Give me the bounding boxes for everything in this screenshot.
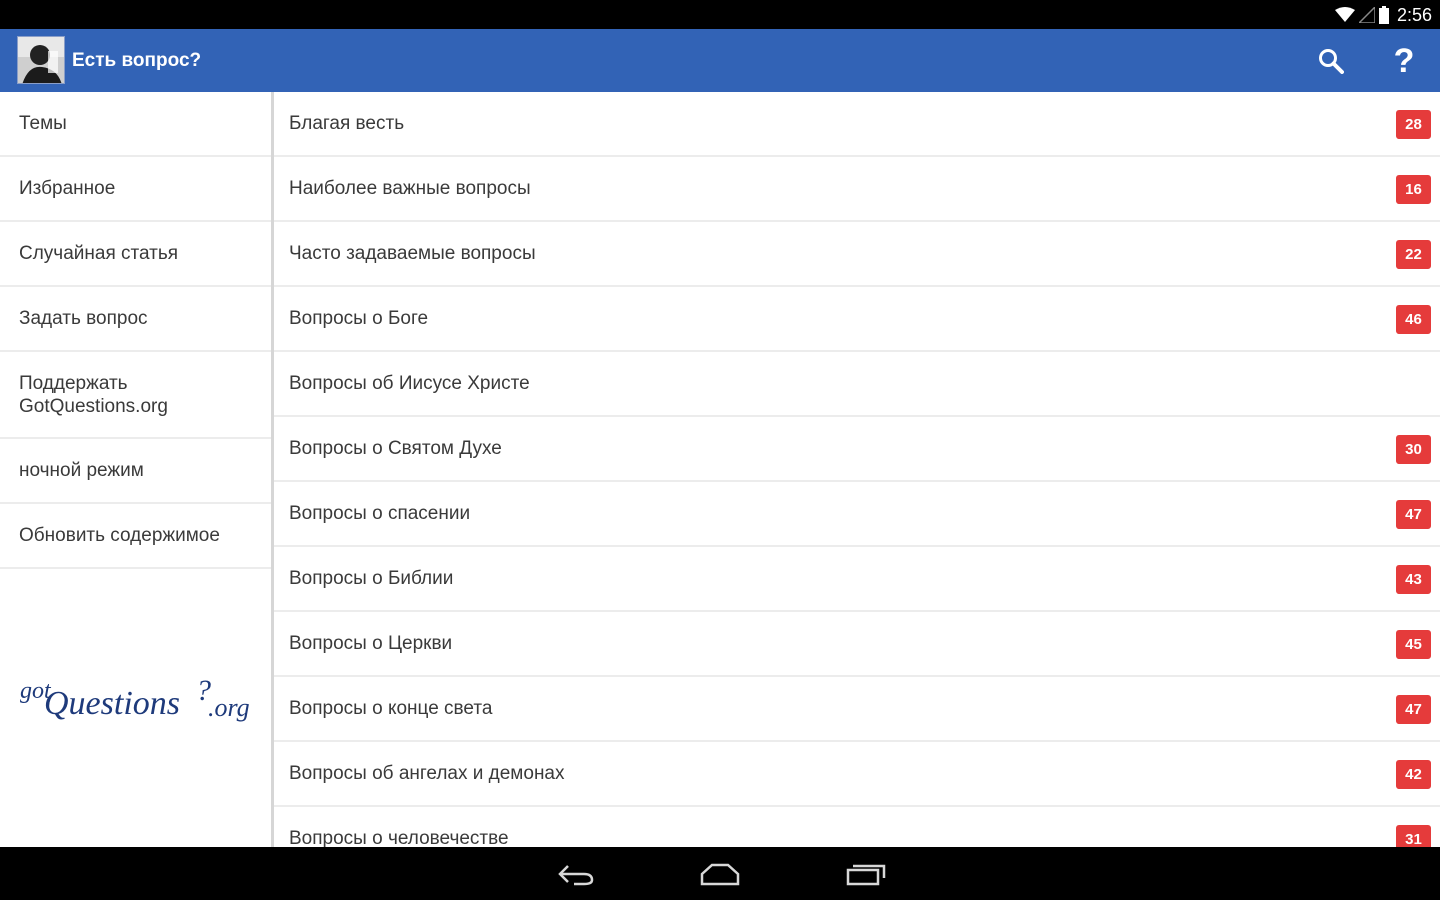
topic-title: Благая весть: [289, 112, 405, 134]
svg-text:.org: .org: [208, 693, 250, 722]
person-silhouette-icon: [18, 37, 64, 83]
topic-title: Вопросы о Библии: [289, 567, 454, 589]
topic-row[interactable]: Вопросы о Боге 46: [274, 287, 1440, 352]
recent-apps-button[interactable]: [838, 857, 894, 891]
count-badge: 30: [1396, 435, 1431, 464]
help-button[interactable]: ?: [1382, 39, 1426, 83]
app-title: Есть вопрос?: [72, 50, 202, 71]
topic-title: Вопросы о спасении: [289, 502, 471, 524]
topic-title: Вопросы об ангелах и демонах: [289, 762, 565, 784]
home-button[interactable]: [692, 857, 748, 891]
help-icon: ?: [1393, 41, 1415, 80]
sidebar-item-label: Темы: [19, 112, 67, 134]
status-bar: 2:56: [0, 0, 1440, 29]
count-badge: 47: [1396, 500, 1431, 529]
sidebar: Темы Избранное Случайная статья Задать в…: [0, 92, 271, 847]
sidebar-item-label: Поддержать GotQuestions.org: [19, 372, 168, 417]
count-badge: 31: [1396, 825, 1431, 847]
topic-title: Вопросы о Церкви: [289, 632, 453, 654]
wifi-icon: [1334, 7, 1355, 22]
topic-row[interactable]: Вопросы о Библии 43: [274, 547, 1440, 612]
topic-title: Вопросы о Святом Духе: [289, 437, 502, 459]
svg-text:Questions: Questions: [44, 685, 180, 722]
sidebar-item-label: Обновить содержимое: [19, 524, 220, 546]
back-button[interactable]: [548, 857, 604, 891]
recent-apps-icon: [846, 864, 886, 886]
count-badge: 46: [1396, 305, 1431, 334]
topic-row[interactable]: Благая весть 28: [274, 92, 1440, 157]
topic-row[interactable]: Вопросы о Святом Духе 30: [274, 417, 1440, 482]
system-nav-bar: [0, 847, 1440, 900]
topic-title: Вопросы о конце света: [289, 697, 493, 719]
topic-title: Наиболее важные вопросы: [289, 177, 531, 199]
count-badge: 45: [1396, 630, 1431, 659]
topic-title: Вопросы о Боге: [289, 307, 429, 329]
count-badge: 42: [1396, 760, 1431, 789]
sidebar-item-ask-question[interactable]: Задать вопрос: [0, 287, 271, 352]
sidebar-item-random-article[interactable]: Случайная статья: [0, 222, 271, 287]
sidebar-item-label: Случайная статья: [19, 242, 179, 264]
count-badge: 22: [1396, 240, 1431, 269]
battery-icon: [1378, 6, 1389, 24]
topic-title: Вопросы об Иисусе Христе: [289, 372, 530, 394]
action-bar: Есть вопрос? ?: [0, 29, 1440, 92]
count-badge: 43: [1396, 565, 1431, 594]
topic-row[interactable]: Часто задаваемые вопросы 22: [274, 222, 1440, 287]
topic-list: Благая весть 28 Наиболее важные вопросы …: [274, 92, 1440, 847]
signal-icon: [1358, 7, 1375, 23]
home-icon: [700, 863, 740, 886]
topic-row[interactable]: Вопросы о человечестве 31: [274, 807, 1440, 847]
topic-row[interactable]: Вопросы о конце света 47: [274, 677, 1440, 742]
topic-title: Часто задаваемые вопросы: [289, 242, 536, 264]
count-badge: 16: [1396, 175, 1431, 204]
topic-row[interactable]: Наиболее важные вопросы 16: [274, 157, 1440, 222]
sidebar-item-favorites[interactable]: Избранное: [0, 157, 271, 222]
search-icon: [1319, 49, 1344, 74]
app-avatar[interactable]: [17, 36, 65, 84]
count-badge: 28: [1396, 110, 1431, 139]
sidebar-item-label: Избранное: [19, 177, 116, 199]
status-time: 2:56: [1396, 4, 1432, 25]
status-icons: 2:56: [1334, 4, 1432, 26]
sidebar-item-night-mode[interactable]: ночной режим: [0, 439, 271, 504]
topic-row[interactable]: Вопросы об ангелах и демонах 42: [274, 742, 1440, 807]
main-content: Темы Избранное Случайная статья Задать в…: [0, 92, 1440, 847]
sidebar-item-support[interactable]: Поддержать GotQuestions.org: [0, 352, 271, 439]
topic-row[interactable]: Вопросы о спасении 47: [274, 482, 1440, 547]
topic-row[interactable]: Вопросы о Церкви 45: [274, 612, 1440, 677]
back-icon: [558, 865, 594, 886]
count-badge: 47: [1396, 695, 1431, 724]
sidebar-item-label: Задать вопрос: [19, 307, 148, 329]
gotquestions-logo: got Questions ? .org: [20, 674, 250, 722]
topic-row[interactable]: Вопросы об Иисусе Христе: [274, 352, 1440, 417]
sidebar-item-topics[interactable]: Темы: [0, 92, 271, 157]
search-button[interactable]: [1310, 41, 1352, 81]
sidebar-item-refresh-content[interactable]: Обновить содержимое: [0, 504, 271, 569]
sidebar-item-label: ночной режим: [19, 459, 144, 481]
topic-title: Вопросы о человечестве: [289, 827, 509, 848]
